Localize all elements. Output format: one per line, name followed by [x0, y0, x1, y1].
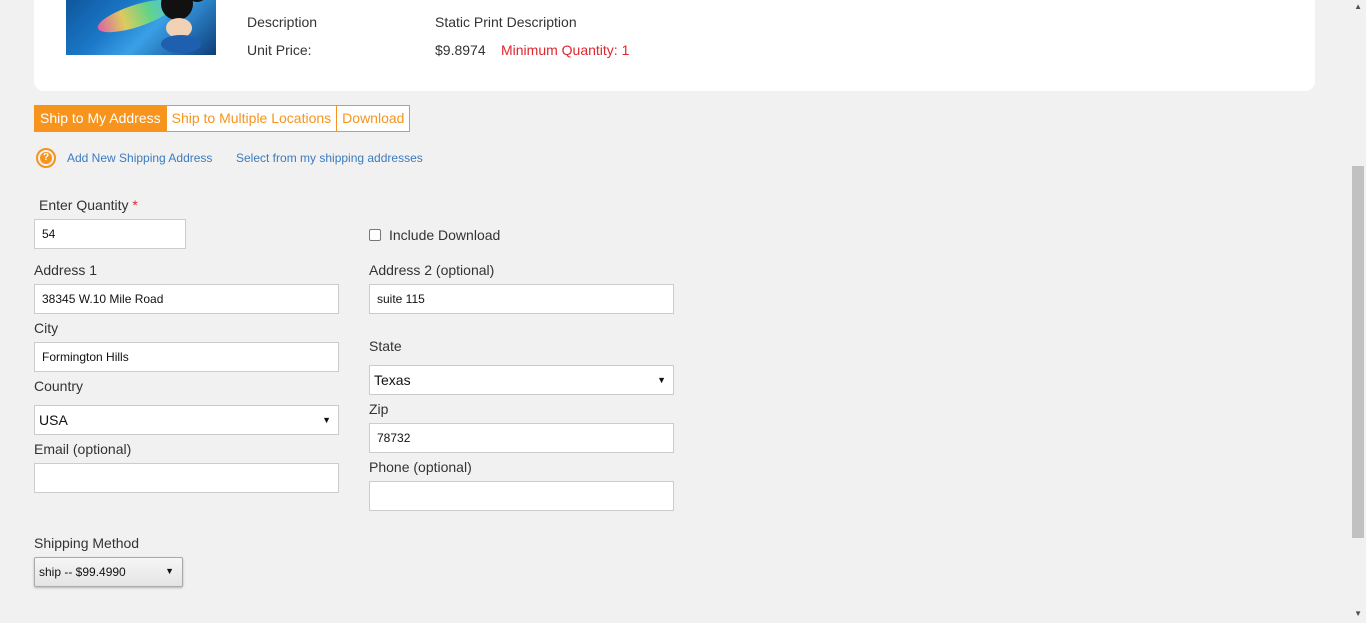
address1-label: Address 1	[34, 262, 98, 278]
quantity-label: Enter Quantity *	[39, 197, 138, 213]
description-label: Description	[247, 14, 318, 30]
address2-label: Address 2 (optional)	[369, 262, 495, 278]
required-marker: *	[132, 197, 138, 213]
phone-input[interactable]	[369, 481, 674, 511]
country-select[interactable]: USA ▼	[34, 405, 339, 435]
address2-input[interactable]	[369, 284, 674, 314]
shipping-tabs: Ship to My Address Ship to Multiple Loca…	[34, 105, 411, 132]
product-card: Description Static Print Description Uni…	[34, 0, 1315, 91]
chevron-down-icon: ▼	[322, 415, 331, 425]
state-label: State	[369, 338, 402, 354]
scrollbar-thumb[interactable]	[1352, 166, 1364, 538]
help-icon[interactable]: ?	[36, 148, 56, 168]
email-input[interactable]	[34, 463, 339, 493]
include-download-label: Include Download	[389, 227, 501, 243]
state-select[interactable]: Texas ▼	[369, 365, 674, 395]
shipping-method-label: Shipping Method	[34, 535, 140, 551]
description-value: Static Print Description	[435, 14, 577, 30]
tab-download[interactable]: Download	[337, 105, 411, 132]
product-thumbnail	[66, 0, 216, 55]
country-selected-value: USA	[39, 412, 68, 428]
tab-ship-to-multiple-locations[interactable]: Ship to Multiple Locations	[166, 105, 338, 132]
add-new-shipping-address-link[interactable]: Add New Shipping Address	[67, 151, 212, 165]
quantity-input[interactable]	[34, 219, 186, 249]
vertical-scrollbar[interactable]: ▲ ▼	[1349, 0, 1366, 623]
email-label: Email (optional)	[34, 441, 132, 457]
tab-ship-to-my-address[interactable]: Ship to My Address	[34, 105, 167, 132]
shipping-method-selected-value: ship -- $99.4990	[39, 565, 126, 579]
zip-input[interactable]	[369, 423, 674, 453]
chevron-down-icon: ▼	[657, 375, 666, 385]
phone-label: Phone (optional)	[369, 459, 472, 475]
scroll-down-icon[interactable]: ▼	[1354, 609, 1362, 618]
city-input[interactable]	[34, 342, 339, 372]
minimum-quantity-note: Minimum Quantity: 1	[501, 42, 630, 58]
city-label: City	[34, 320, 59, 336]
address1-input[interactable]	[34, 284, 339, 314]
select-shipping-address-link[interactable]: Select from my shipping addresses	[236, 151, 423, 165]
shipping-method-select[interactable]: ship -- $99.4990 ▼	[34, 557, 183, 587]
country-label: Country	[34, 378, 84, 394]
scroll-up-icon[interactable]: ▲	[1354, 2, 1362, 11]
unit-price-value: $9.8974	[435, 42, 486, 58]
chevron-down-icon: ▼	[165, 566, 174, 576]
include-download-checkbox[interactable]	[369, 229, 381, 241]
unit-price-label: Unit Price:	[247, 42, 312, 58]
zip-label: Zip	[369, 401, 389, 417]
state-selected-value: Texas	[374, 372, 411, 388]
